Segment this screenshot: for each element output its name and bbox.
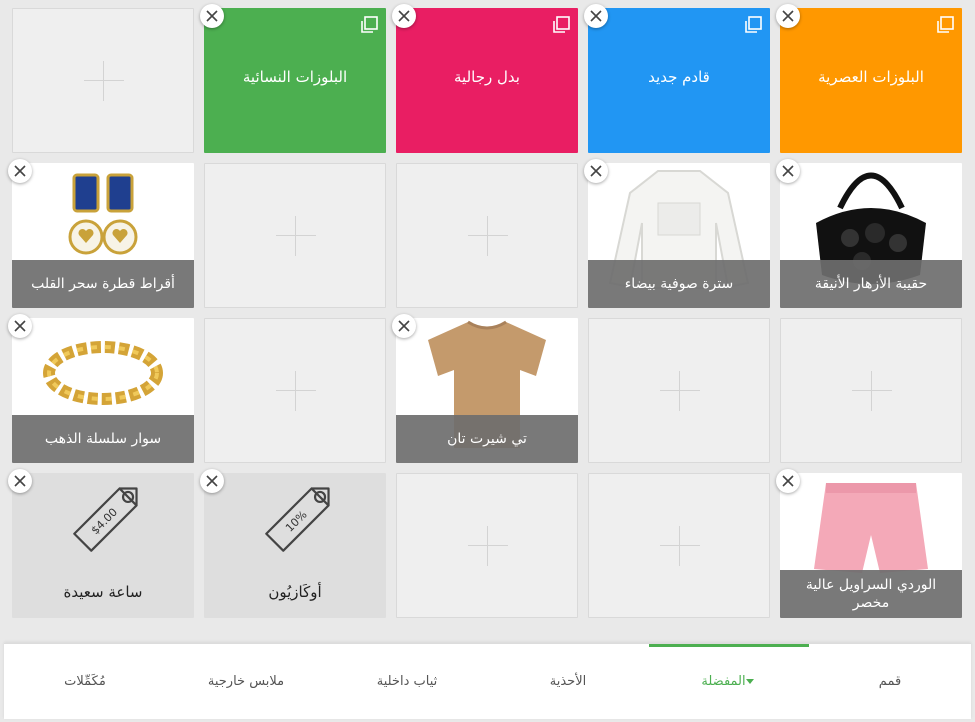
tab-accessories[interactable]: مُكَمِّلات	[5, 644, 165, 719]
discount-tile-happy-hour[interactable]: $4.00 ساعة سعيدة	[12, 473, 194, 618]
plus-icon	[660, 526, 700, 566]
remove-button[interactable]	[8, 159, 32, 183]
category-label: بدل رجالية	[454, 68, 520, 86]
remove-button[interactable]	[776, 469, 800, 493]
category-label: البلوزات العصرية	[818, 68, 924, 86]
remove-button[interactable]	[584, 159, 608, 183]
discount-label: أوكَازيُون	[268, 583, 322, 601]
tab-label: الأحذية	[549, 674, 587, 689]
tab-favorites[interactable]: المفضلة	[649, 644, 809, 722]
empty-slot[interactable]	[588, 318, 770, 463]
product-caption: حقيبة الأزهار الأنيقة	[780, 260, 962, 308]
copy-icon	[361, 16, 378, 33]
close-icon	[206, 10, 218, 22]
product-caption: الوردي السراويل عالية مخصر	[780, 570, 962, 618]
remove-button[interactable]	[8, 469, 32, 493]
plus-icon	[468, 216, 508, 256]
close-icon	[14, 320, 26, 332]
close-icon	[398, 10, 410, 22]
tab-underwear[interactable]: ثياب داخلية	[327, 644, 487, 719]
copy-icon	[937, 16, 954, 33]
plus-icon	[276, 371, 316, 411]
close-icon	[14, 165, 26, 177]
tab-label: المفضلة	[701, 674, 746, 689]
remove-button[interactable]	[200, 4, 224, 28]
empty-slot[interactable]	[588, 473, 770, 618]
discount-tile-okazion[interactable]: 10% أوكَازيُون	[204, 473, 386, 618]
close-icon	[782, 165, 794, 177]
plus-icon	[84, 61, 124, 101]
category-tile-modern-blouses[interactable]: البلوزات العصرية	[780, 8, 962, 153]
product-caption: سوار سلسلة الذهب	[12, 415, 194, 463]
remove-button[interactable]	[392, 314, 416, 338]
plus-icon	[852, 371, 892, 411]
empty-slot[interactable]	[780, 318, 962, 463]
close-icon	[14, 475, 26, 487]
tab-tops[interactable]: قمم	[810, 644, 970, 719]
product-tile-earrings[interactable]: أقراط قطرة سحر القلب	[12, 163, 194, 308]
close-icon	[590, 10, 602, 22]
favorites-grid: البلوزات النسائية بدل رجالية قادم جديد ا…	[0, 0, 975, 640]
empty-slot[interactable]	[12, 8, 194, 153]
product-tile-bracelet[interactable]: سوار سلسلة الذهب	[12, 318, 194, 463]
category-label: قادم جديد	[648, 68, 710, 86]
tab-shoes[interactable]: الأحذية	[488, 644, 648, 719]
tab-label: ثياب داخلية	[376, 674, 438, 689]
plus-icon	[468, 526, 508, 566]
tab-label: مُكَمِّلات	[64, 674, 106, 689]
category-label: البلوزات النسائية	[242, 68, 348, 86]
product-tile-tshirt[interactable]: تي شيرت تان	[396, 318, 578, 463]
remove-button[interactable]	[776, 4, 800, 28]
price-tag-icon: $4.00	[73, 487, 138, 552]
copy-icon	[745, 16, 762, 33]
discount-label: ساعة سعيدة	[63, 583, 143, 601]
product-caption: سترة صوفية بيضاء	[588, 260, 770, 308]
product-tile-shorts[interactable]: الوردي السراويل عالية مخصر	[780, 473, 962, 618]
price-tag-icon: 10%	[265, 487, 330, 552]
tab-label: قمم	[878, 674, 902, 689]
category-tab-bar: قمم المفضلة الأحذية ثياب داخلية ملابس خا…	[4, 643, 971, 719]
close-icon	[782, 475, 794, 487]
close-icon	[398, 320, 410, 332]
product-caption: أقراط قطرة سحر القلب	[12, 260, 194, 308]
empty-slot[interactable]	[204, 163, 386, 308]
close-icon	[782, 10, 794, 22]
remove-button[interactable]	[392, 4, 416, 28]
tab-label: ملابس خارجية	[207, 674, 285, 689]
product-tile-jacket[interactable]: سترة صوفية بيضاء	[588, 163, 770, 308]
plus-icon	[660, 371, 700, 411]
copy-icon	[553, 16, 570, 33]
empty-slot[interactable]	[396, 163, 578, 308]
category-tile-womens-blouses[interactable]: البلوزات النسائية	[204, 8, 386, 153]
remove-button[interactable]	[776, 159, 800, 183]
tag-text: $4.00	[89, 506, 120, 537]
empty-slot[interactable]	[396, 473, 578, 618]
product-tile-handbag[interactable]: حقيبة الأزهار الأنيقة	[780, 163, 962, 308]
category-tile-new-arrivals[interactable]: قادم جديد	[588, 8, 770, 153]
category-tile-mens-suits[interactable]: بدل رجالية	[396, 8, 578, 153]
empty-slot[interactable]	[204, 318, 386, 463]
caret-down-icon	[745, 679, 754, 684]
plus-icon	[276, 216, 316, 256]
remove-button[interactable]	[584, 4, 608, 28]
tab-outerwear[interactable]: ملابس خارجية	[166, 644, 326, 719]
product-caption: تي شيرت تان	[396, 415, 578, 463]
close-icon	[590, 165, 602, 177]
close-icon	[206, 475, 218, 487]
remove-button[interactable]	[8, 314, 32, 338]
remove-button[interactable]	[200, 469, 224, 493]
